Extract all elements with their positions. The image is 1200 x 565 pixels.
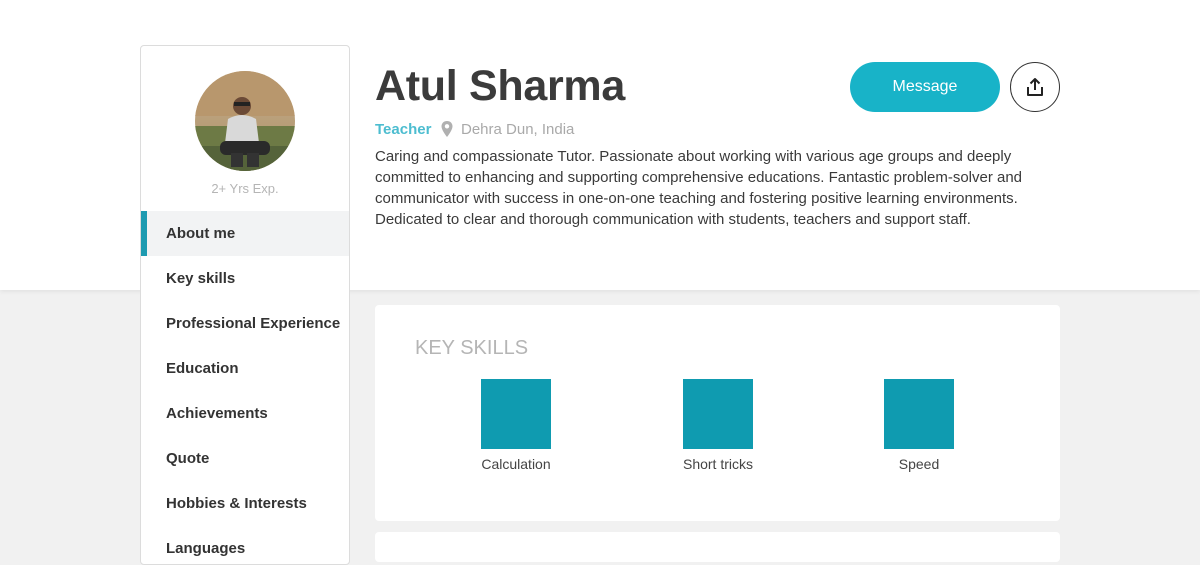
profile-bio: Caring and compassionate Tutor. Passiona… <box>375 148 1023 228</box>
key-skills-card: KEY SKILLS Calculation Short tricks Spee… <box>375 305 1060 521</box>
skill-label: Calculation <box>481 456 551 472</box>
location-pin-icon <box>441 121 453 137</box>
sidebar-item-about-me[interactable]: About me <box>141 211 349 256</box>
profile-role: Teacher <box>375 121 432 138</box>
key-skills-title: KEY SKILLS <box>415 337 529 359</box>
skill-tile <box>683 379 753 449</box>
avatar <box>195 71 295 171</box>
sidebar-item-professional-experience[interactable]: Professional Experience <box>141 301 349 346</box>
skill-speed: Speed <box>859 379 979 472</box>
skill-tile <box>481 379 551 449</box>
skill-label: Speed <box>898 456 940 472</box>
profile-name: Atul Sharma <box>375 62 625 110</box>
skill-tile <box>884 379 954 449</box>
share-icon <box>1027 78 1043 96</box>
sidebar-item-achievements[interactable]: Achievements <box>141 391 349 436</box>
sidebar-nav: About me Key skills Professional Experie… <box>141 211 349 564</box>
skill-label: Short tricks <box>682 456 753 472</box>
skill-calculation: Calculation <box>456 379 576 472</box>
profile-location: Dehra Dun, India <box>461 121 575 138</box>
share-button[interactable] <box>1010 62 1060 112</box>
experience-label: 2+ Yrs Exp. <box>211 181 279 196</box>
sidebar-item-quote[interactable]: Quote <box>141 436 349 481</box>
sidebar-item-languages[interactable]: Languages <box>141 526 349 564</box>
sidebar-item-key-skills[interactable]: Key skills <box>141 256 349 301</box>
profile-sidebar: 2+ Yrs Exp. About me Key skills Professi… <box>140 45 350 565</box>
sidebar-item-education[interactable]: Education <box>141 346 349 391</box>
next-section-card <box>375 532 1060 562</box>
skill-short-tricks: Short tricks <box>658 379 778 472</box>
sidebar-item-hobbies[interactable]: Hobbies & Interests <box>141 481 349 526</box>
message-button[interactable]: Message <box>850 62 1000 112</box>
